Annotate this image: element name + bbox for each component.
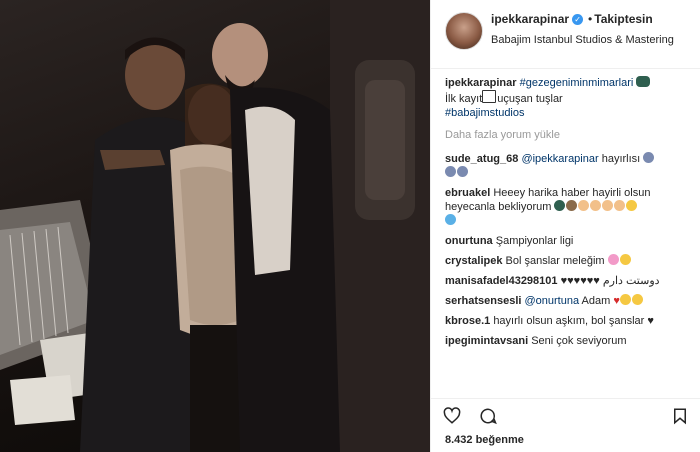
comment-item: manisafadel43298101 ♥♥♥♥♥♥ دوستت دارم (445, 274, 695, 288)
comment-item: kbrose.1 hayırlı olsun aşkım, bol şansla… (445, 314, 695, 328)
comment-username[interactable]: crystalipek (445, 255, 502, 267)
comment-text: Seni çok seviyorum (531, 335, 627, 347)
caption-text: İlk kayıt (445, 93, 483, 105)
caption-hashtag-2[interactable]: #babajimstudios (445, 107, 525, 119)
comment-item: ebruakel Heeey harika haber hayirli olsu… (445, 186, 695, 228)
photo-illustration (0, 0, 430, 452)
post-photo[interactable] (0, 0, 430, 452)
load-more-comments-button[interactable]: Daha fazla yorum yükle (445, 128, 695, 142)
people-emoji-icon (445, 166, 456, 177)
location-link[interactable]: Babajim Istanbul Studios & Mastering (491, 34, 674, 46)
post-sidebar: ipekkarapinar ✓ • Takiptesin Babajim Istanb… (430, 0, 700, 452)
clap-emoji-icon (614, 200, 626, 211)
heart-icon[interactable] (443, 407, 461, 425)
flower-emoji-icon (607, 254, 619, 265)
comment-mention[interactable]: @ipekkarapinar (521, 153, 598, 165)
comment-text: hayırlı olsun aşkım, bol şanslar (493, 315, 645, 327)
comment-mention[interactable]: @onurtuna (525, 295, 580, 307)
separator-dot: • (588, 12, 593, 26)
clap-emoji-icon (578, 200, 590, 211)
emoji-icon (554, 200, 566, 211)
comment-username[interactable]: sude_atug_68 (445, 153, 518, 165)
clap-emoji-icon (590, 200, 602, 211)
face-emoji-icon (619, 294, 631, 305)
comment-text: Bol şanslar meleğim (505, 255, 605, 267)
face-emoji-icon (626, 200, 638, 211)
comment-item: ipegimintavsani Seni çok seviyorum (445, 334, 695, 348)
verified-badge-icon: ✓ (572, 14, 584, 26)
comment-username[interactable]: serhatsensesli (445, 295, 521, 307)
header-username[interactable]: ipekkarapinar (491, 12, 569, 26)
comment-username[interactable]: manisafadel43298101 (445, 275, 558, 287)
comment-text: دوستت دارم (602, 275, 660, 287)
red-heart-icon: ♥ (613, 295, 620, 307)
comment-item: serhatsensesli @onurtuna Adam ♥ (445, 294, 695, 308)
comment-username[interactable]: kbrose.1 (445, 315, 490, 327)
action-bar (431, 398, 700, 429)
blue-heart-icon (445, 214, 456, 225)
moon-emoji-icon (619, 254, 631, 265)
post-header: ipekkarapinar ✓ • Takiptesin Babajim Istanb… (431, 0, 700, 69)
follow-status-button[interactable]: Takiptesin (594, 12, 652, 26)
piano-emoji-icon (482, 90, 497, 103)
emoji-icon (636, 76, 651, 87)
bookmark-icon[interactable] (671, 407, 689, 425)
likes-count[interactable]: 8.432 beğenme (445, 434, 524, 446)
face-emoji-icon (631, 294, 643, 305)
comments-section: ipekkarapinar #gezegeniminmimarlari İlk … (445, 76, 695, 354)
people-emoji-icon (457, 166, 468, 177)
clap-emoji-icon (602, 200, 614, 211)
caption: ipekkarapinar #gezegeniminmimarlari İlk … (445, 76, 695, 120)
comment-item: onurtuna Şampiyonlar ligi (445, 234, 695, 248)
comment-item: crystalipek Bol şanslar meleğim (445, 254, 695, 268)
comment-username[interactable]: onurtuna (445, 235, 493, 247)
hearts-emoji-icon: ♥♥♥♥♥♥ (560, 275, 600, 287)
avatar[interactable] (445, 12, 483, 50)
comment-text: hayırlısı (601, 153, 641, 165)
comment-text: Adam (581, 295, 611, 307)
caption-hashtag[interactable]: #gezegeniminmimarlari (520, 77, 634, 89)
caption-text-2: uçuşan tuşlar (497, 93, 563, 105)
comment-username[interactable]: ebruakel (445, 187, 490, 199)
black-heart-icon: ♥ (647, 315, 654, 327)
instagram-post: ipekkarapinar ✓ • Takiptesin Babajim Istanb… (0, 0, 700, 452)
comment-username[interactable]: ipegimintavsani (445, 335, 528, 347)
caption-username[interactable]: ipekkarapinar (445, 77, 517, 89)
emoji-icon (566, 200, 578, 211)
comment-text: Şampiyonlar ligi (495, 235, 574, 247)
comment-item: sude_atug_68 @ipekkarapinar hayırlısı (445, 152, 695, 180)
people-emoji-icon (643, 152, 655, 163)
header-line: ipekkarapinar ✓ • Takiptesin (491, 12, 653, 26)
comment-icon[interactable] (479, 407, 497, 425)
